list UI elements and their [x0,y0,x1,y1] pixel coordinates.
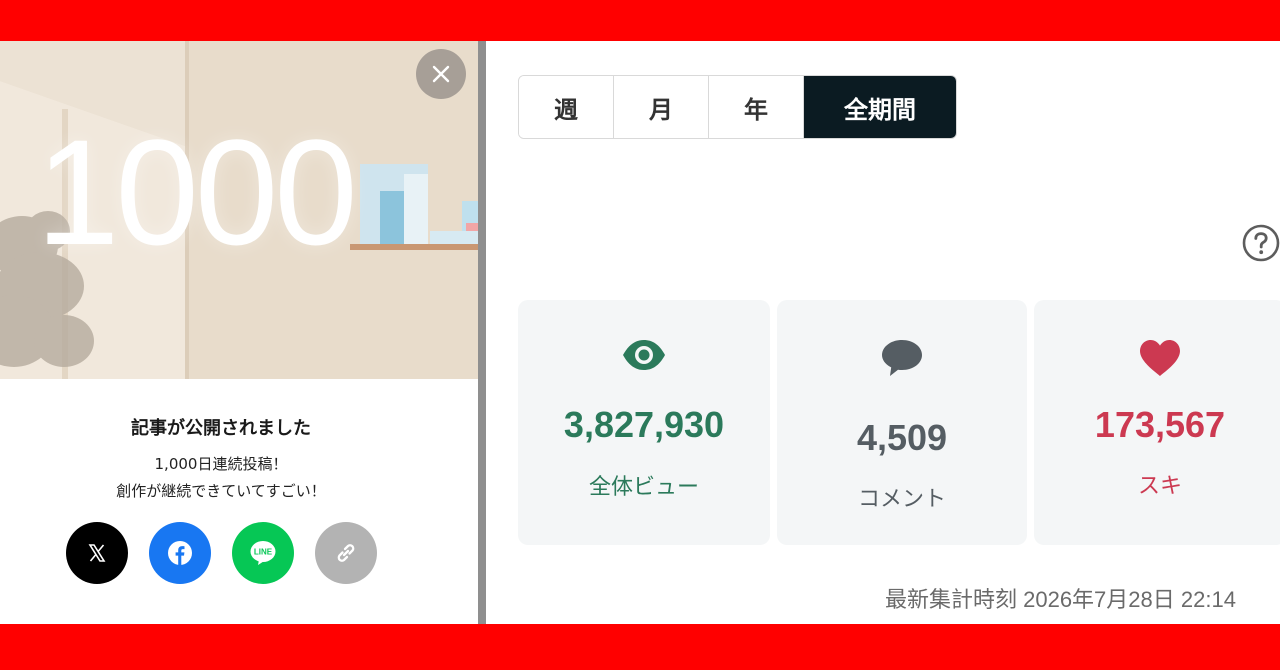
close-button[interactable] [416,49,466,99]
panel-divider [478,41,486,624]
share-buttons: LINE [66,522,377,584]
close-icon [432,65,450,83]
comments-count: 4,509 [856,417,948,458]
copy-link-button[interactable] [315,522,377,584]
tab-year[interactable]: 年 [709,76,804,138]
link-icon [337,544,355,562]
likes-label: スキ [1137,474,1182,499]
likes-count: 173,567 [1094,404,1226,445]
hero-number: 1000 [36,108,358,276]
last-updated-timestamp: 最新集計時刻 2026年7月28日 22:14 [885,587,1236,612]
question-icon [1242,224,1280,262]
tab-month[interactable]: 月 [614,76,709,138]
tab-week[interactable]: 週 [519,76,614,138]
line-icon: LINE [250,541,276,565]
comments-label: コメント [857,487,946,512]
stat-card-comments: 4,509 コメント [777,300,1027,545]
period-tabs: 週 月 年 全期間 [518,75,957,139]
facebook-icon [168,541,192,565]
modal-message-line1: 1,000日連続投稿！ [154,455,288,473]
stat-card-likes: 173,567 スキ [1034,300,1280,545]
help-button[interactable] [1241,223,1280,267]
tab-all-time[interactable]: 全期間 [804,76,956,138]
modal-message-line2: 創作が継続できていてすごい！ [116,482,326,500]
views-count: 3,827,930 [563,404,725,445]
share-x-button[interactable] [66,522,128,584]
celebration-illustration: 1000 [0,41,478,379]
publish-modal: 1000 記事が公開されました 1,000日連続投稿！ 創作が継続できていてすご… [0,41,478,624]
views-label: 全体ビュー [588,475,699,500]
stat-card-views: 3,827,930 全体ビュー [518,300,770,545]
share-facebook-button[interactable] [149,522,211,584]
main-frame: 1000 記事が公開されました 1,000日連続投稿！ 創作が継続できていてすご… [0,41,1280,624]
heart-icon [1140,340,1180,376]
x-icon [88,544,106,562]
modal-title: 記事が公開されました [131,418,311,439]
svg-text:LINE: LINE [254,548,273,557]
comment-icon [882,340,922,376]
share-line-button[interactable]: LINE [232,522,294,584]
eye-icon [623,340,665,370]
